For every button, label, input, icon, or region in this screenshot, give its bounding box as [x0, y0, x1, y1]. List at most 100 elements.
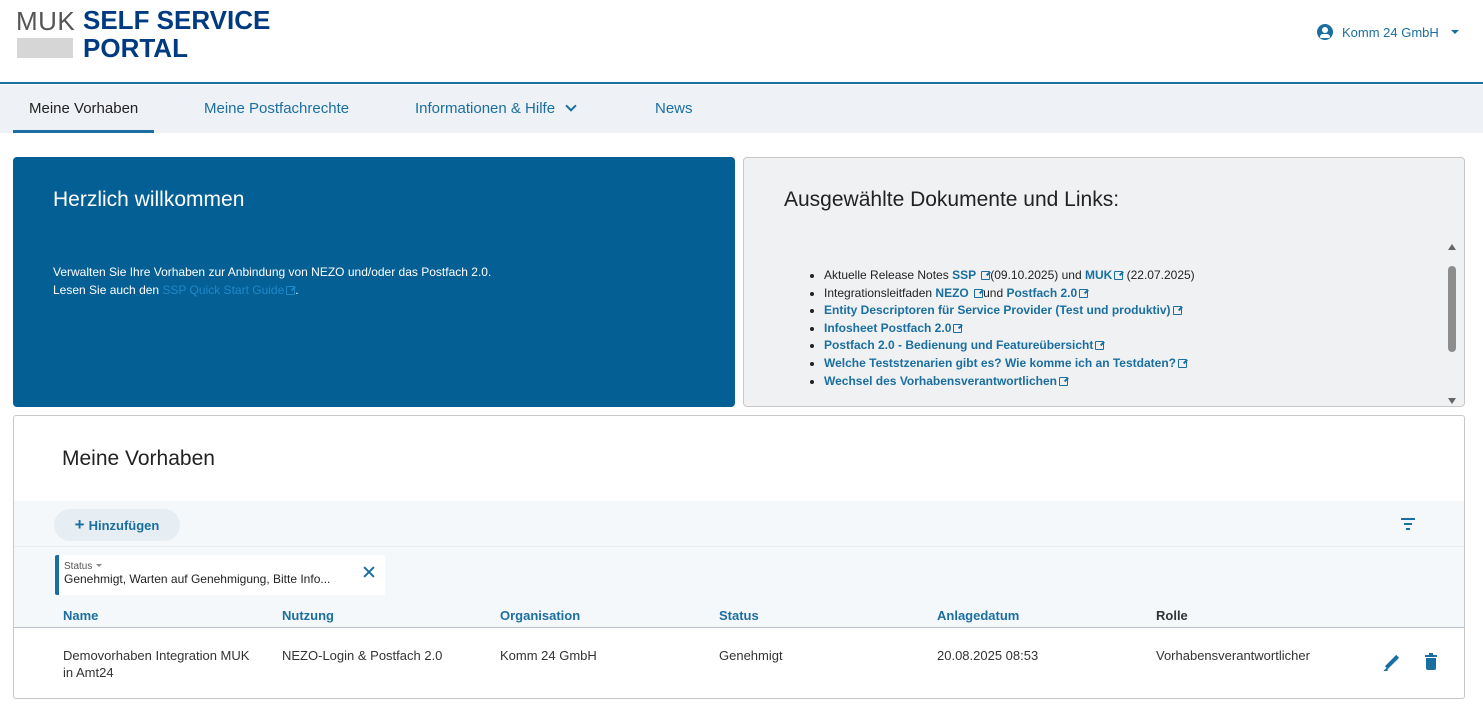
cell-name: Demovorhaben Integration MUK in Amt24 [63, 647, 263, 681]
infosheet-label: Infosheet Postfach 2.0 [824, 320, 952, 335]
account-circle-icon [1317, 24, 1333, 40]
column-header-nutzung[interactable]: Nutzung [282, 608, 334, 623]
tab-meine-postfachrechte[interactable]: Meine Postfachrechte [204, 85, 349, 133]
quick-start-guide-link-label: SSP Quick Start Guide [162, 283, 285, 297]
tab-informationen-hilfe-label: Informationen & Hilfe [415, 100, 556, 117]
cell-name-line2: in Amt24 [63, 665, 114, 680]
list-item: Infosheet Postfach 2.0 [824, 320, 1195, 338]
scroll-thumb[interactable] [1448, 266, 1456, 352]
change-owner-link[interactable]: Wechsel des Vorhabensverantwortlichen [824, 374, 1068, 388]
list-item: Integrationsleitfaden NEZO und Postfach … [824, 285, 1195, 303]
app-header: MUK SELF SERVICE PORTAL Komm 24 GmbH [0, 0, 1483, 84]
postfach-features-label: Postfach 2.0 - Bedienung und Featureüber… [824, 338, 1094, 353]
tab-news[interactable]: News [655, 85, 693, 133]
status-filter-chip[interactable]: Status Genehmigt, Warten auf Genehmigung… [55, 555, 385, 595]
close-icon[interactable] [362, 565, 376, 579]
list-item: Entity Descriptoren für Service Provider… [824, 302, 1195, 320]
table-row[interactable]: Demovorhaben Integration MUK in Amt24 NE… [14, 629, 1464, 697]
user-menu[interactable]: Komm 24 GmbH [1317, 24, 1459, 40]
scroll-down-arrow-icon[interactable] [1448, 398, 1456, 404]
add-project-button[interactable]: + Hinzufügen [54, 509, 180, 541]
welcome-guide-text: Lesen Sie auch den SSP Quick Start Guide… [53, 283, 299, 297]
column-header-anlagedatum[interactable]: Anlagedatum [937, 608, 1019, 623]
table-header: Name Nutzung Organisation Status Anlaged… [14, 600, 1464, 628]
documents-panel: Ausgewählte Dokumente und Links: Aktuell… [743, 157, 1465, 407]
release-notes-date-ssp: (09.10.2025) und [990, 268, 1085, 282]
status-filter-value: Genehmigt, Warten auf Genehmigung, Bitte… [64, 572, 331, 586]
test-scenarios-link[interactable]: Welche Teststzenarien gibt es? Wie komme… [824, 356, 1187, 370]
external-link-icon [974, 288, 984, 298]
external-link-icon [1114, 271, 1124, 280]
cell-organisation: Komm 24 GmbH [500, 648, 597, 663]
external-link-icon [1095, 341, 1105, 351]
welcome-panel: Herzlich willkommen Verwalten Sie Ihre V… [13, 157, 735, 407]
main-nav: Meine Vorhaben Meine Postfachrechte Info… [0, 85, 1483, 133]
column-header-rolle: Rolle [1156, 608, 1188, 623]
nezo-guide-link[interactable]: NEZO [935, 285, 984, 300]
logo-title: SELF SERVICE PORTAL [83, 6, 270, 62]
test-scenarios-label: Welche Teststzenarien gibt es? Wie komme… [824, 355, 1176, 370]
welcome-guide-suffix: . [295, 283, 299, 297]
integration-guide-text: Integrationsleitfaden [824, 285, 936, 300]
ssp-release-notes-link[interactable]: SSP [952, 268, 991, 282]
postfach-guide-link[interactable]: Postfach 2.0 [1006, 285, 1089, 300]
list-item: Postfach 2.0 - Bedienung und Featureüber… [824, 337, 1195, 355]
external-link-icon [953, 323, 963, 333]
entity-descriptors-label: Entity Descriptoren für Service Provider… [824, 303, 1171, 318]
integration-guide-und: und [983, 285, 1007, 300]
status-filter-label-text: Status [64, 561, 93, 572]
projects-panel: Meine Vorhaben + Hinzufügen Status Genehm… [13, 415, 1465, 699]
release-notes-text: Aktuelle Release Notes [824, 268, 953, 282]
muk-link-label: MUK [1084, 268, 1113, 282]
list-item: Welche Teststzenarien gibt es? Wie komme… [824, 355, 1195, 373]
quick-start-guide-link[interactable]: SSP Quick Start Guide [162, 283, 296, 297]
column-header-status[interactable]: Status [719, 608, 759, 623]
ssp-link-label: SSP [952, 268, 976, 282]
column-header-name[interactable]: Name [63, 608, 98, 623]
change-owner-label: Wechsel des Vorhabensverantwortlichen [824, 373, 1057, 388]
welcome-text: Verwalten Sie Ihre Vorhaben zur Anbindun… [53, 265, 492, 279]
filter-area: Status Genehmigt, Warten auf Genehmigung… [14, 547, 1464, 600]
documents-list: Aktuelle Release Notes SSP (09.10.2025) … [824, 267, 1195, 390]
documents-title: Ausgewählte Dokumente und Links: [784, 188, 1120, 211]
postfach-link-label: Postfach 2.0 [1006, 285, 1078, 300]
scroll-up-arrow-icon[interactable] [1448, 244, 1456, 250]
list-item: Wechsel des Vorhabensverantwortlichen [824, 373, 1195, 391]
postfach-features-link[interactable]: Postfach 2.0 - Bedienung und Featureüber… [824, 338, 1105, 353]
add-project-label: Hinzufügen [88, 518, 160, 533]
list-item: Aktuelle Release Notes SSP (09.10.2025) … [824, 267, 1195, 285]
muk-release-notes-link[interactable]: MUK [1084, 268, 1124, 282]
projects-title: Meine Vorhaben [62, 447, 215, 470]
cell-rolle: Vorhabensverantwortlicher [1156, 648, 1310, 663]
column-header-organisation[interactable]: Organisation [500, 608, 580, 623]
logo-title-line1: SELF SERVICE [83, 5, 271, 35]
cell-status: Genehmigt [719, 648, 783, 663]
edit-pencil-icon[interactable] [1384, 655, 1400, 671]
external-link-icon [1079, 288, 1089, 298]
caret-down-icon [96, 564, 103, 567]
user-name: Komm 24 GmbH [1342, 24, 1439, 40]
nezo-link-label: NEZO [935, 285, 969, 300]
plus-icon: + [74, 515, 85, 534]
cell-name-line1: Demovorhaben Integration MUK [63, 648, 250, 663]
external-link-icon [1177, 358, 1187, 368]
entity-descriptors-link[interactable]: Entity Descriptoren für Service Provider… [824, 303, 1182, 317]
logo-bar [17, 38, 73, 58]
cell-nutzung: NEZO-Login & Postfach 2.0 [282, 648, 443, 663]
tab-meine-vorhaben[interactable]: Meine Vorhaben [13, 85, 155, 133]
release-notes-date-muk: (22.07.2025) [1123, 268, 1195, 282]
status-filter-label: Status [64, 561, 103, 572]
external-link-icon [981, 271, 991, 280]
delete-trash-icon[interactable] [1425, 653, 1437, 670]
tab-informationen-hilfe[interactable]: Informationen & Hilfe [415, 85, 577, 133]
cell-anlagedatum: 20.08.2025 08:53 [937, 648, 1039, 663]
filter-icon[interactable] [1401, 518, 1415, 530]
chevron-down-icon [565, 100, 577, 112]
infosheet-link[interactable]: Infosheet Postfach 2.0 [824, 320, 963, 335]
external-link-icon [1058, 376, 1068, 386]
logo-muk-text: MUK [16, 6, 76, 36]
documents-scrollbar[interactable] [1446, 244, 1458, 404]
logo-title-line2: PORTAL [83, 33, 188, 63]
welcome-guide-prefix: Lesen Sie auch den [53, 283, 163, 297]
projects-toolbar: + Hinzufügen [14, 501, 1464, 547]
